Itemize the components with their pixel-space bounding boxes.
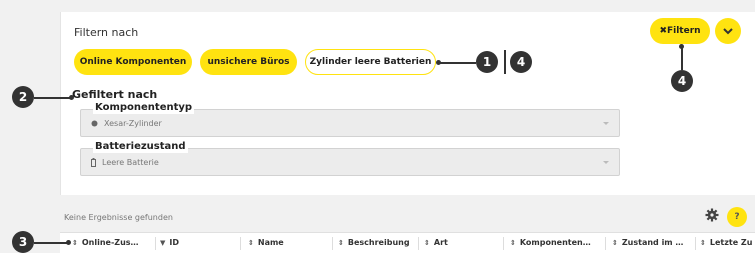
dropdown-arrow-icon bbox=[603, 161, 609, 164]
callout-line bbox=[681, 46, 683, 70]
no-results-text: Keine Ergebnisse gefunden bbox=[64, 213, 173, 222]
callout-badge-1: 1 bbox=[476, 51, 498, 73]
column-id[interactable]: ▼ ID bbox=[160, 238, 179, 247]
callout-badge-3: 3 bbox=[12, 231, 34, 253]
filter-button[interactable]: ✖Filtern bbox=[650, 18, 710, 44]
callout-badge-4: 4 bbox=[510, 51, 532, 73]
screen: Filtern nach Online Komponenten unsicher… bbox=[0, 0, 755, 253]
column-online-zustand[interactable]: ⇕ Online-Zus… bbox=[72, 238, 139, 247]
table-header: ⇕ Online-Zus… ▼ ID ⇕ Name ⇕ Beschreibung ⇕ Ar… bbox=[60, 232, 755, 253]
field-label: Komponententyp bbox=[93, 102, 195, 114]
field-value: Xesar-Zylinder bbox=[104, 119, 162, 128]
callout-divider bbox=[504, 50, 506, 74]
expand-button[interactable] bbox=[715, 18, 741, 44]
callout-badge-2: 2 bbox=[12, 86, 34, 108]
callout-badge-4b: 4 bbox=[671, 70, 693, 92]
field-batteriezustand[interactable]: Batteriezustand Leere Batterie bbox=[80, 141, 620, 176]
chip-online-komponenten[interactable]: Online Komponenten bbox=[74, 49, 192, 75]
filter-title: Filtern nach bbox=[74, 26, 139, 39]
column-komponenten[interactable]: ⇕ Komponenten… bbox=[510, 238, 591, 247]
help-button[interactable]: ? bbox=[727, 207, 747, 227]
callout-anchor-dot bbox=[66, 240, 71, 245]
field-label: Batteriezustand bbox=[93, 141, 188, 153]
column-art[interactable]: ⇕ Art bbox=[424, 238, 448, 247]
callout-line bbox=[34, 242, 68, 244]
cylinder-icon bbox=[91, 120, 98, 127]
field-value: Leere Batterie bbox=[102, 158, 159, 167]
gear-icon[interactable] bbox=[705, 208, 719, 222]
battery-icon bbox=[91, 158, 96, 167]
column-name[interactable]: ⇕ Name bbox=[248, 238, 284, 247]
callout-anchor-dot bbox=[69, 95, 74, 100]
column-letzte-zu[interactable]: ⇕ Letzte Zu bbox=[700, 238, 752, 247]
field-komponententyp[interactable]: Komponententyp Xesar-Zylinder bbox=[80, 102, 620, 137]
chip-zylinder-leere-batterien[interactable]: Zylinder leere Batterien bbox=[305, 49, 436, 75]
dropdown-arrow-icon bbox=[603, 122, 609, 125]
column-zustand[interactable]: ⇕ Zustand im … bbox=[612, 238, 683, 247]
callout-line bbox=[34, 97, 70, 99]
chip-unsichere-bueros[interactable]: unsichere Büros bbox=[200, 49, 297, 75]
callout-line bbox=[438, 62, 476, 64]
column-beschreibung[interactable]: ⇕ Beschreibung bbox=[338, 238, 410, 247]
chevron-down-icon bbox=[723, 27, 733, 34]
applied-filters-title: Gefiltert nach bbox=[72, 88, 158, 101]
